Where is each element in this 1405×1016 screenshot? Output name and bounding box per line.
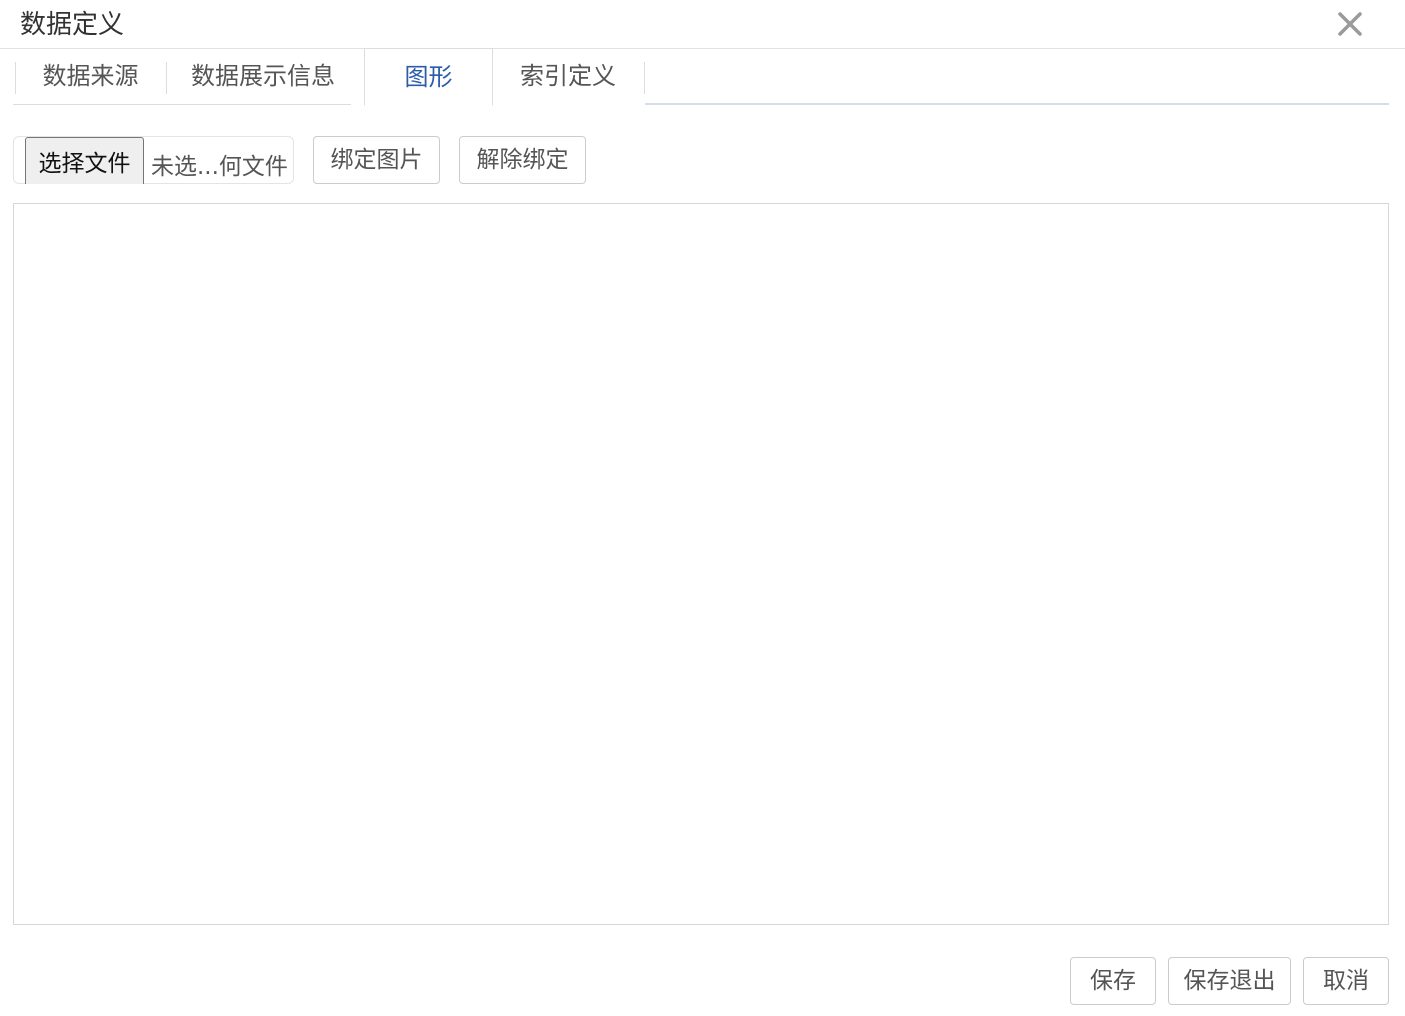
unbind-button[interactable]: 解除绑定: [459, 136, 586, 184]
tab-graphics[interactable]: 图形: [364, 48, 493, 106]
tab-bar: 数据来源 数据展示信息 图形 索引定义: [13, 48, 1389, 106]
image-preview-area: [13, 203, 1389, 925]
bind-image-button[interactable]: 绑定图片: [313, 136, 440, 184]
tab-index-definition[interactable]: 索引定义: [493, 48, 643, 105]
tab-bar-underline: [645, 103, 1389, 105]
tab-data-source[interactable]: 数据来源: [16, 48, 165, 105]
file-status-text: 未选...何文件: [151, 154, 288, 180]
cancel-button[interactable]: 取消: [1303, 957, 1389, 1005]
save-button[interactable]: 保存: [1070, 957, 1156, 1005]
file-input[interactable]: 选择文件 未选...何文件: [13, 136, 294, 184]
choose-file-button[interactable]: 选择文件: [25, 137, 144, 184]
dialog-title: 数据定义: [20, 10, 125, 40]
close-icon[interactable]: [1335, 9, 1365, 39]
data-definition-dialog: 数据定义 数据来源 数据展示信息 图形 索引定义 选择文件 未选...何文件 绑…: [0, 0, 1405, 1016]
tab-data-display-info[interactable]: 数据展示信息: [167, 48, 359, 105]
dialog-titlebar: 数据定义: [0, 0, 1405, 49]
save-and-exit-button[interactable]: 保存退出: [1168, 957, 1291, 1005]
tab-divider: [644, 62, 645, 94]
